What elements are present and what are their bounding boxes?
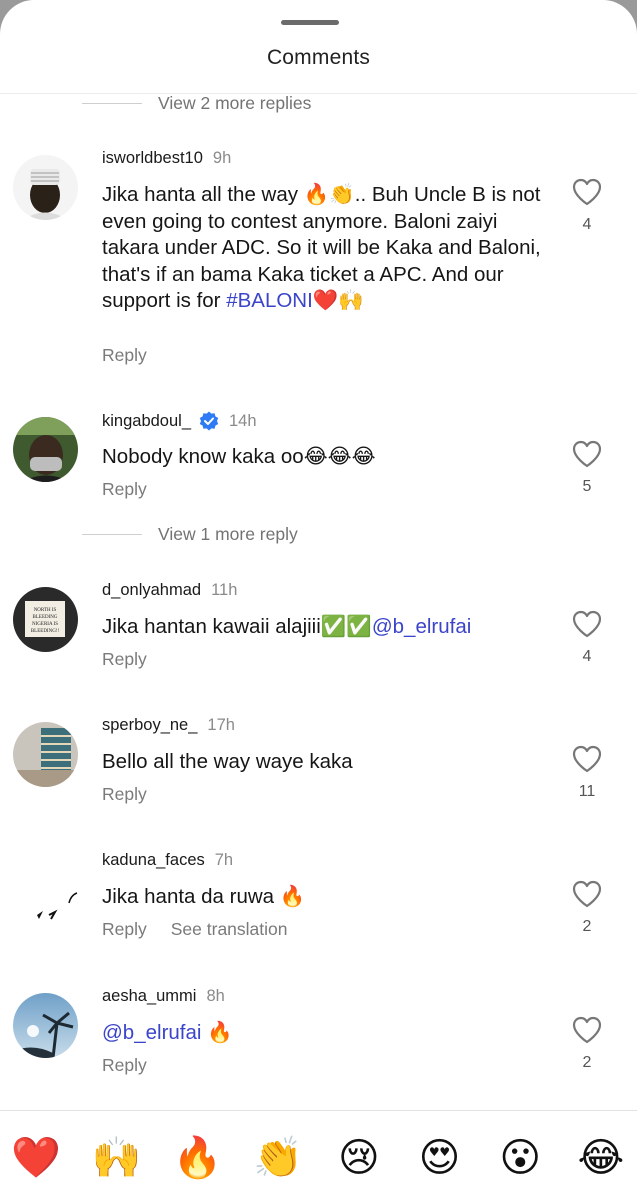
username[interactable]: isworldbest10: [102, 149, 203, 168]
comment-meta: kaduna_faces 7h: [102, 851, 233, 870]
like-count: 2: [582, 1054, 592, 1071]
hashtag-link[interactable]: #BALONI: [226, 289, 313, 312]
like-count: 4: [582, 648, 592, 665]
view-more-label: View 1 more reply: [158, 523, 298, 544]
heart-icon: [572, 178, 602, 206]
comment-actions: Reply See translation: [102, 919, 288, 940]
comment-text-body: Jika hantan kawaii alajiii✅✅: [102, 615, 372, 638]
heart-eyes-emoji-button[interactable]: 😍: [412, 1130, 468, 1186]
see-translation-button[interactable]: See translation: [171, 919, 288, 939]
timestamp: 14h: [229, 411, 257, 430]
avatar[interactable]: [13, 417, 78, 482]
comment-text: Nobody know kaka oo😂😂😂: [102, 445, 376, 468]
avatar[interactable]: [13, 857, 78, 922]
emoji-reaction-bar: ❤️ 🙌 🔥 👏 😢 😍 😮 😂: [0, 1130, 637, 1186]
fire-emoji-button[interactable]: 🔥: [169, 1130, 225, 1186]
avatar[interactable]: [13, 993, 78, 1058]
heart-icon: [572, 1016, 602, 1044]
comment-meta: d_onlyahmad 11h: [102, 581, 237, 600]
svg-text:BLEEDING!!: BLEEDING!!: [31, 629, 60, 634]
reply-button[interactable]: Reply: [102, 479, 147, 499]
crying-face-emoji-button[interactable]: 😢: [331, 1130, 387, 1186]
divider: [82, 102, 142, 104]
view-more-replies[interactable]: View 1 more reply: [82, 522, 298, 546]
comment-actions: Reply: [102, 784, 147, 805]
username[interactable]: kaduna_faces: [102, 851, 205, 870]
like-button[interactable]: 4: [568, 177, 606, 234]
like-button[interactable]: 4: [568, 609, 606, 666]
svg-text:NIGERIA IS: NIGERIA IS: [32, 622, 58, 627]
username[interactable]: sperboy_ne_: [102, 716, 197, 735]
view-more-label: View 2 more replies: [158, 92, 312, 113]
username[interactable]: kingabdoul_: [102, 412, 191, 431]
mention-link[interactable]: @b_elrufai: [372, 615, 471, 638]
timestamp: 11h: [211, 581, 238, 599]
comment-meta: kingabdoul_ 14h: [102, 411, 257, 431]
mention-link[interactable]: @b_elrufai: [102, 1021, 201, 1044]
like-count: 4: [582, 216, 592, 233]
reply-button[interactable]: Reply: [102, 1055, 147, 1075]
divider: [82, 533, 142, 535]
comments-sheet: Comments View 2 more replies isworldbest…: [0, 0, 637, 1200]
svg-text:BLEEDING: BLEEDING: [33, 615, 58, 620]
view-more-replies[interactable]: View 2 more replies: [82, 91, 311, 115]
comment-text: Bello all the way waye kaka: [102, 750, 353, 773]
comment-text: Jika hanta all the way 🔥👏.. Buh Uncle B …: [102, 182, 542, 315]
avatar[interactable]: [13, 155, 78, 220]
username[interactable]: aesha_ummi: [102, 987, 196, 1006]
heart-icon: [572, 745, 602, 773]
timestamp: 8h: [206, 987, 225, 1005]
verified-badge-icon: [199, 411, 219, 431]
drag-handle[interactable]: [281, 20, 339, 25]
tears-of-joy-emoji-button[interactable]: 😂: [573, 1130, 629, 1186]
heart-icon: [572, 440, 602, 468]
reply-button[interactable]: Reply: [102, 919, 147, 939]
avatar[interactable]: NORTH IS BLEEDING NIGERIA IS BLEEDING!!: [13, 587, 78, 652]
reply-button[interactable]: Reply: [102, 784, 147, 804]
like-count: 2: [582, 918, 592, 935]
comment-actions: Reply: [102, 345, 147, 366]
comment-text-emoji: ❤️🙌: [312, 289, 364, 312]
comment-actions: Reply: [102, 479, 147, 500]
page-title: Comments: [266, 46, 371, 69]
raising-hands-emoji-button[interactable]: 🙌: [89, 1130, 145, 1186]
like-count: 5: [582, 478, 592, 495]
reply-button[interactable]: Reply: [102, 345, 147, 365]
timestamp: 17h: [207, 716, 235, 734]
timestamp: 7h: [214, 851, 234, 869]
comment-meta: isworldbest10 9h: [102, 149, 231, 168]
comment-actions: Reply: [102, 1055, 147, 1076]
like-button[interactable]: 2: [568, 879, 606, 936]
like-button[interactable]: 2: [568, 1015, 606, 1072]
like-count: 11: [578, 783, 596, 800]
svg-text:NORTH IS: NORTH IS: [34, 608, 57, 613]
heart-icon: [572, 880, 602, 908]
comment-text-emoji: 🔥: [201, 1021, 233, 1044]
emoji-bar-divider: [0, 1110, 637, 1111]
reply-button[interactable]: Reply: [102, 649, 147, 669]
comment-meta: aesha_ummi 8h: [102, 987, 225, 1006]
heart-icon: [572, 610, 602, 638]
red-heart-emoji-button[interactable]: ❤️: [8, 1130, 64, 1186]
comment-text: Jika hanta da ruwa 🔥: [102, 885, 306, 908]
surprised-face-emoji-button[interactable]: 😮: [492, 1130, 548, 1186]
clapping-hands-emoji-button[interactable]: 👏: [250, 1130, 306, 1186]
like-button[interactable]: 5: [568, 439, 606, 496]
avatar[interactable]: [13, 722, 78, 787]
username[interactable]: d_onlyahmad: [102, 581, 201, 600]
comment-text: Jika hantan kawaii alajiii✅✅@b_elrufai: [102, 614, 542, 641]
timestamp: 9h: [212, 149, 232, 167]
comment-meta: sperboy_ne_ 17h: [102, 716, 235, 735]
like-button[interactable]: 11: [568, 744, 606, 801]
comment-text: @b_elrufai 🔥: [102, 1020, 542, 1047]
comment-actions: Reply: [102, 649, 147, 670]
